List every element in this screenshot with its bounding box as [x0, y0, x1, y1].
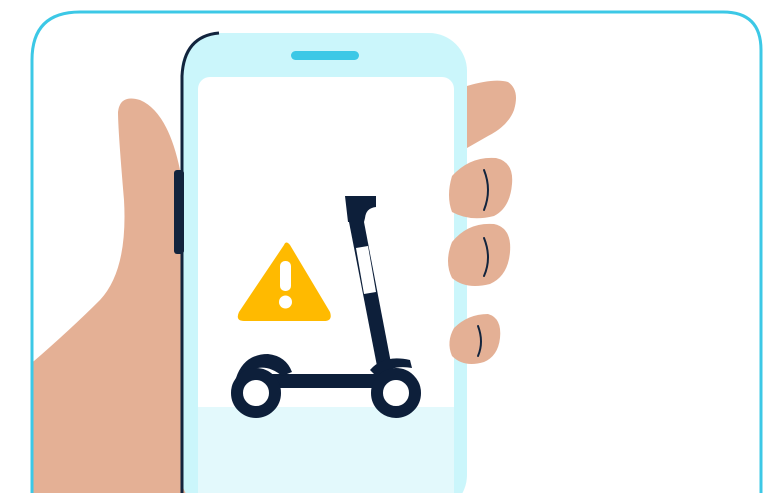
illustration-canvas	[30, 10, 763, 493]
phone-side-button	[174, 170, 184, 254]
phone-speaker	[291, 51, 359, 60]
hand-palm	[32, 98, 190, 493]
screen-bottom-panel	[198, 407, 454, 493]
illustration-card	[0, 0, 763, 493]
